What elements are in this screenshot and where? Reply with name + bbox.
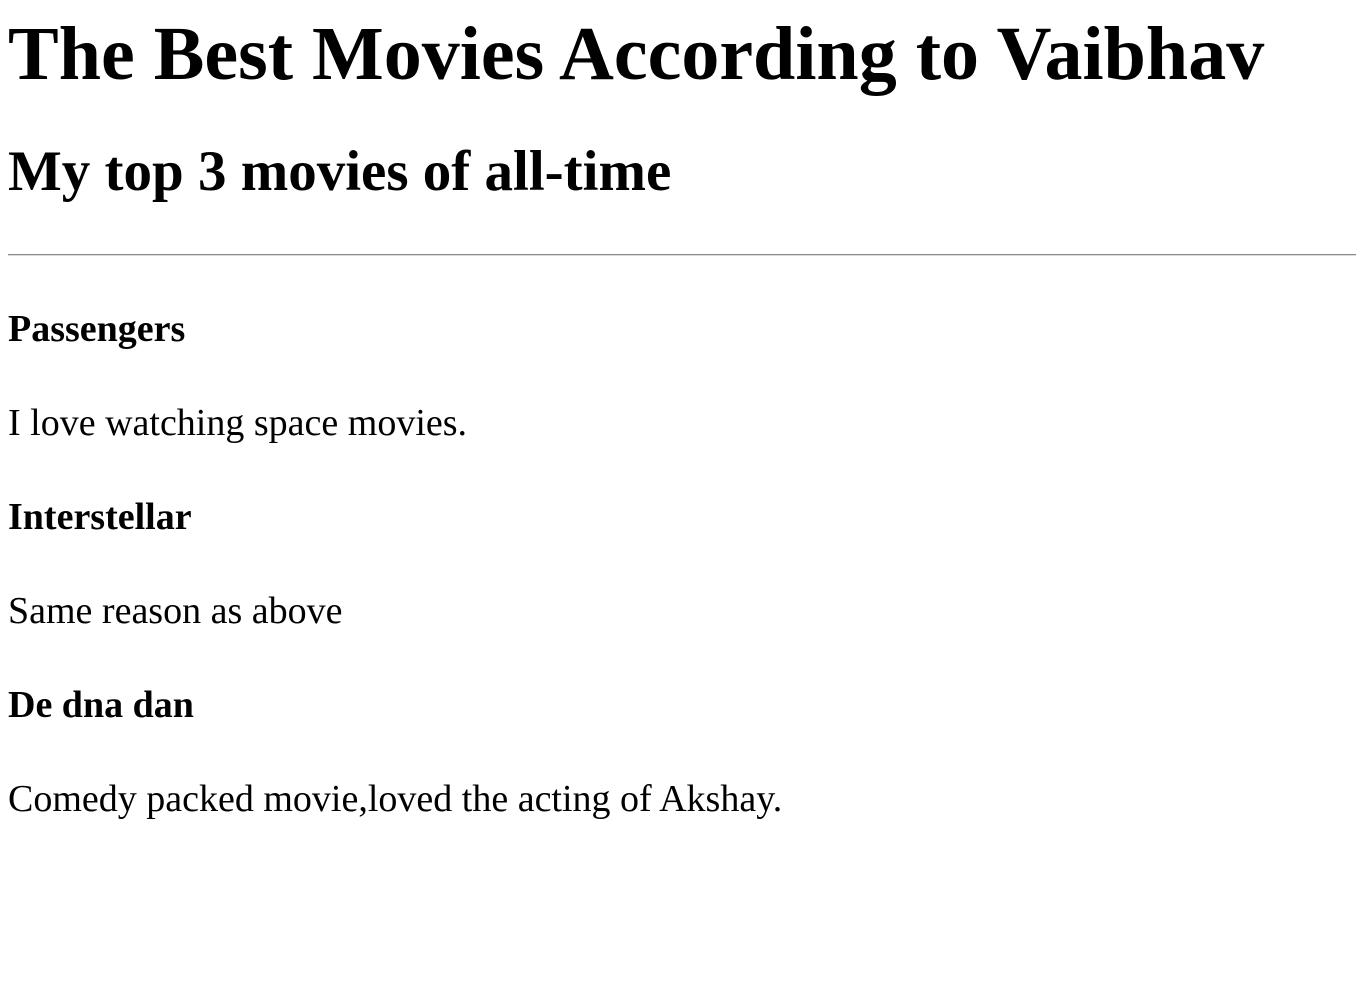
page-subtitle: My top 3 movies of all-time [8,140,672,203]
movie-comment: Same reason as above [8,590,343,632]
movie-item-passengers: Passengers I love watching space movies. [8,307,1356,445]
movie-comment: I love watching space movies. [8,402,468,444]
page-title: The Best Movies According to Vaibhav [8,12,1265,96]
movie-item-de-dna-dan: De dna dan Comedy packed movie,loved the… [8,683,1356,821]
movie-title: Passengers [8,308,186,350]
movie-comment: Comedy packed movie,loved the acting of … [8,778,783,820]
movie-title: De dna dan [8,684,194,726]
movie-item-interstellar: Interstellar Same reason as above [8,495,1356,633]
movie-title: Interstellar [8,496,192,538]
divider [8,254,1356,256]
page: The Best Movies According to Vaibhav My … [0,10,1364,821]
